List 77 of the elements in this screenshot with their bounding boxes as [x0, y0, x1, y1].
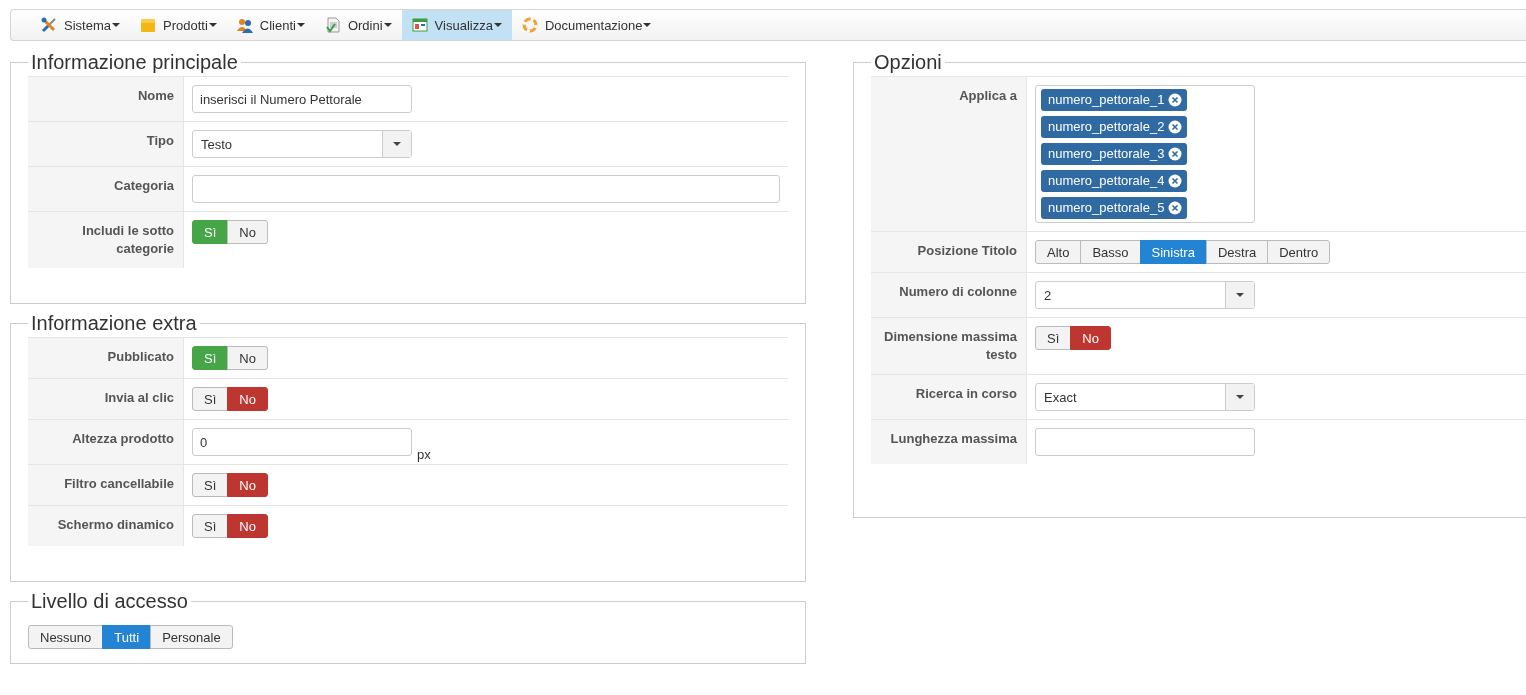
- option-button[interactable]: Destra: [1205, 240, 1269, 264]
- panel-title: Informazione principale: [30, 51, 239, 74]
- remove-icon[interactable]: [1168, 120, 1183, 134]
- remove-icon[interactable]: [1168, 147, 1183, 161]
- document-icon: [324, 17, 341, 33]
- users-icon: [236, 17, 253, 33]
- option-button[interactable]: No: [227, 514, 268, 538]
- text-field[interactable]: 0: [192, 428, 412, 456]
- remove-icon[interactable]: [1168, 174, 1183, 188]
- caret-icon: [393, 142, 401, 146]
- option-button[interactable]: Basso: [1080, 240, 1141, 264]
- caret-icon: [643, 23, 652, 27]
- field-label: Dimensione massima testo: [871, 318, 1027, 374]
- option-button[interactable]: Alto: [1035, 240, 1082, 264]
- field-label: Numero di colonne: [871, 273, 1027, 317]
- menu-item[interactable]: Clienti: [226, 10, 315, 40]
- caret-icon: [208, 23, 217, 27]
- text-field[interactable]: [1035, 428, 1255, 456]
- tag-chip[interactable]: numero_pettorale_1: [1041, 89, 1188, 111]
- remove-icon[interactable]: [1168, 93, 1183, 107]
- field-label: Applica a: [871, 77, 1027, 231]
- field-label: Tipo: [28, 122, 184, 166]
- tag-field[interactable]: numero_pettorale_1 numero_pettorale_2 numero_pettorale_3 numero_pettorale_4 numero_pettorale_5: [1035, 85, 1255, 223]
- tools-icon: [41, 17, 57, 33]
- menu-item[interactable]: Visualizza: [401, 10, 512, 40]
- window-icon: [411, 17, 428, 33]
- tag-chip[interactable]: numero_pettorale_3: [1041, 143, 1188, 165]
- tag-chip[interactable]: numero_pettorale_5: [1041, 197, 1188, 219]
- field-label: Lunghezza massima: [871, 420, 1027, 464]
- field-label: Posizione Titolo: [871, 232, 1027, 272]
- option-button[interactable]: No: [227, 387, 268, 411]
- menu-item[interactable]: Ordini: [314, 10, 402, 40]
- unit-label: px: [417, 447, 431, 462]
- caret-icon: [383, 23, 392, 27]
- lifebuoy-icon: [521, 17, 538, 33]
- field-label: Filtro cancellabile: [28, 465, 184, 505]
- field-label: Includi le sotto categorie: [28, 212, 184, 268]
- caret-icon: [493, 23, 502, 27]
- text-field[interactable]: [192, 175, 780, 203]
- option-button[interactable]: Sì: [192, 514, 229, 538]
- caret-icon: [1236, 293, 1244, 297]
- select-field[interactable]: 2: [1035, 281, 1255, 309]
- tag-chip[interactable]: numero_pettorale_4: [1041, 170, 1188, 192]
- option-button[interactable]: Dentro: [1267, 240, 1331, 264]
- option-button[interactable]: Nessuno: [28, 625, 104, 649]
- select-field[interactable]: Testo: [192, 130, 412, 158]
- menu-item[interactable]: Prodotti: [129, 10, 227, 40]
- panel-title: Opzioni: [873, 51, 943, 74]
- field-label: Categoria: [28, 167, 184, 211]
- select-field[interactable]: Exact: [1035, 383, 1255, 411]
- option-button[interactable]: No: [227, 220, 268, 244]
- remove-icon[interactable]: [1168, 201, 1183, 215]
- option-button[interactable]: Personale: [150, 625, 233, 649]
- option-button[interactable]: Sì: [192, 473, 229, 497]
- option-button[interactable]: No: [227, 346, 268, 370]
- caret-icon: [111, 23, 120, 27]
- panel-title: Livello di accesso: [30, 590, 189, 613]
- box-icon: [139, 17, 156, 33]
- tag-chip[interactable]: numero_pettorale_2: [1041, 116, 1188, 138]
- field-label: Nome: [28, 77, 184, 121]
- option-button[interactable]: Sinistra: [1139, 240, 1207, 264]
- caret-icon: [1236, 395, 1244, 399]
- option-button[interactable]: No: [1070, 326, 1111, 350]
- panel-title: Informazione extra: [30, 312, 198, 335]
- option-button[interactable]: No: [227, 473, 268, 497]
- field-label: Altezza prodotto: [28, 420, 184, 464]
- option-button[interactable]: Sì: [1035, 326, 1072, 350]
- caret-icon: [296, 23, 305, 27]
- option-button[interactable]: Sì: [192, 387, 229, 411]
- menu-item[interactable]: Sistema: [31, 10, 130, 40]
- text-field[interactable]: inserisci il Numero Pettorale: [192, 85, 412, 113]
- option-button[interactable]: Tutti: [102, 625, 152, 649]
- menu-item[interactable]: Documentazione: [511, 10, 662, 40]
- field-label: Ricerca in corso: [871, 375, 1027, 419]
- field-label: Invia al clic: [28, 379, 184, 419]
- field-label: Schermo dinamico: [28, 506, 184, 546]
- field-label: Pubblicato: [28, 338, 184, 378]
